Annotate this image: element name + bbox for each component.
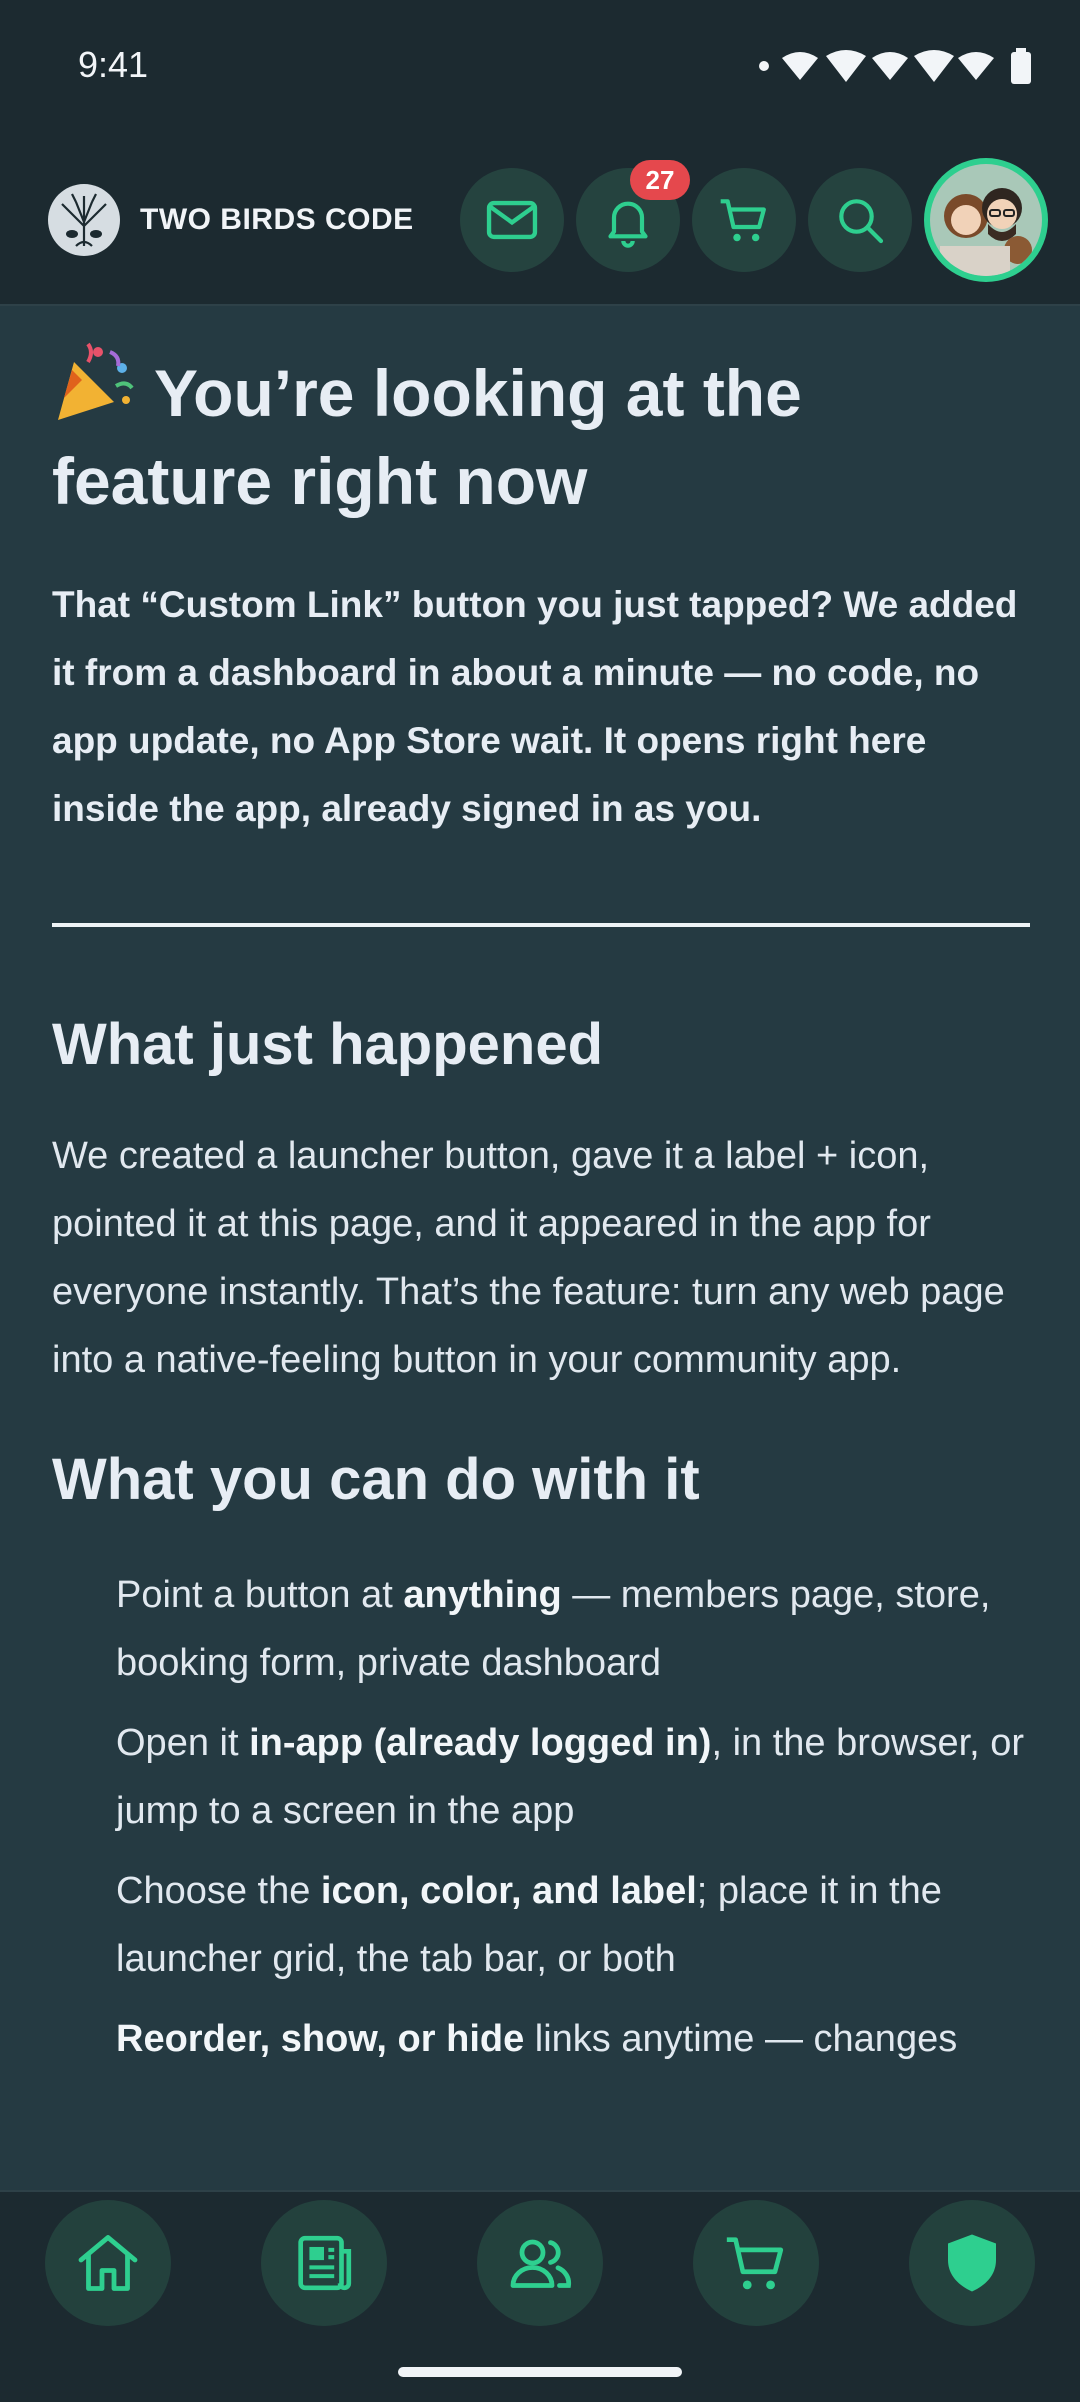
mail-icon [486, 200, 538, 240]
messages-button[interactable] [460, 168, 564, 272]
avatar-image [930, 164, 1042, 276]
nav-members-button[interactable] [477, 2200, 603, 2326]
members-icon [510, 2239, 572, 2288]
section-divider [52, 923, 1030, 927]
brand-name: TWO BIRDS CODE [140, 203, 414, 236]
user-avatar[interactable] [924, 158, 1048, 282]
app-header: TWO BIRDS CODE 27 [0, 140, 1080, 306]
lead-paragraph: That “Custom Link” button you just tappe… [52, 584, 1018, 829]
party-popper-icon [58, 342, 134, 420]
cart-icon [720, 199, 766, 242]
news-icon [298, 2235, 352, 2291]
article-content: You’re looking at the feature right now … [52, 340, 1032, 2085]
list-item: Choose the icon, color, and label; place… [116, 1870, 942, 1980]
notification-badge: 27 [630, 160, 690, 200]
section-heading-what-happened: What just happened [52, 1012, 603, 1077]
cart-button[interactable] [692, 168, 796, 272]
feature-list: Point a button at anything — members pag… [116, 1561, 1032, 2073]
nav-store-button[interactable] [693, 2200, 819, 2326]
bell-icon [608, 201, 648, 248]
section-heading-what-you-can-do: What you can do with it [52, 1447, 700, 1512]
nav-admin-button[interactable] [909, 2200, 1035, 2326]
search-button[interactable] [808, 168, 912, 272]
tree-logo-icon [48, 184, 120, 256]
search-icon [839, 199, 884, 244]
home-icon [78, 2235, 138, 2291]
brand-logo[interactable]: TWO BIRDS CODE [46, 182, 414, 258]
list-item: Point a button at anything — members pag… [116, 1574, 991, 1684]
avatar-illustration-icon [930, 164, 1042, 276]
home-indicator[interactable] [398, 2367, 682, 2377]
nav-news-button[interactable] [261, 2200, 387, 2326]
nav-home-button[interactable] [45, 2200, 171, 2326]
status-icons [758, 48, 1032, 84]
status-time: 9:41 [78, 44, 149, 85]
status-bar: 9:41 [0, 0, 1080, 140]
notification-dot-icon [759, 61, 769, 71]
battery-icon [1011, 48, 1031, 84]
cart-icon [726, 2237, 784, 2290]
section-paragraph: We created a launcher button, gave it a … [52, 1135, 1005, 1381]
shield-icon [948, 2234, 996, 2292]
page-title-text: You’re looking at the feature right now [52, 356, 802, 518]
list-item: Reorder, show, or hide links anytime — c… [116, 2018, 958, 2060]
list-item: Open it in-app (already logged in), in t… [116, 1722, 1025, 1832]
wifi-signal-icon [782, 50, 994, 82]
page-title: You’re looking at the feature right now [52, 340, 1032, 525]
